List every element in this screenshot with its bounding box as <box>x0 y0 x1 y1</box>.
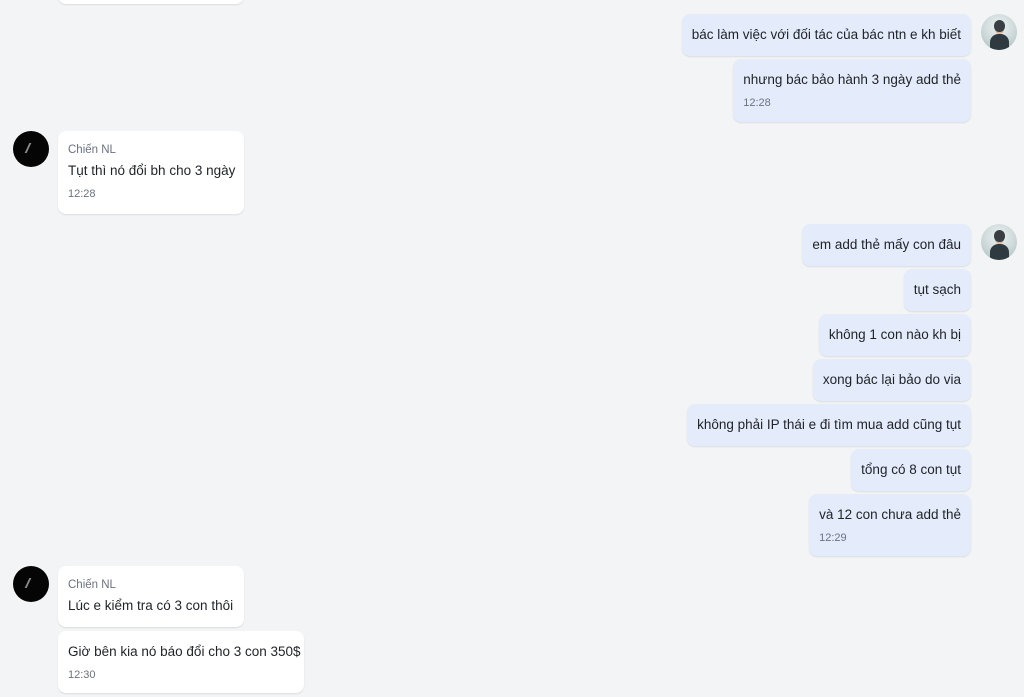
avatar-logo-mark <box>24 578 40 588</box>
message-bubble-outgoing[interactable]: bác làm việc với đối tác của bác ntn e k… <box>681 14 971 56</box>
message-bubble-incoming[interactable]: Chiến NL Lúc e kiểm tra có 3 con thôi <box>58 566 244 627</box>
message-bubble-outgoing[interactable]: tổng có 8 con tụt <box>851 449 971 491</box>
message-text: Lúc e kiểm tra có 3 con thôi <box>68 598 234 613</box>
message-text: không 1 con nào kh bị <box>828 327 961 342</box>
message-text: xong bác lại bảo do via <box>822 372 961 387</box>
message-bubble-incoming[interactable]: Giờ bên kia nó báo đổi cho 3 con 350$ 12… <box>58 631 304 693</box>
message-timestamp: 12:28 <box>68 188 96 200</box>
message-bubble-cutoff <box>58 0 244 4</box>
sender-name: Chiến NL <box>68 144 116 156</box>
avatar-body <box>990 244 1009 260</box>
message-text: và 12 con chưa add thẻ <box>819 507 961 522</box>
message-bubble-outgoing[interactable]: và 12 con chưa add thẻ 12:29 <box>809 494 971 556</box>
avatar-hair <box>994 20 1005 32</box>
message-text: em add thẻ mấy con đâu <box>812 237 961 252</box>
message-text: bác làm việc với đối tác của bác ntn e k… <box>691 27 961 42</box>
message-bubble-outgoing[interactable]: nhưng bác bảo hành 3 ngày add thẻ 12:28 <box>733 59 971 122</box>
my-avatar[interactable] <box>981 14 1017 50</box>
message-bubble-incoming[interactable]: Chiến NL Tụt thì nó đổi bh cho 3 ngày 12… <box>58 131 244 214</box>
message-text: tụt sạch <box>913 282 961 297</box>
message-text: Tụt thì nó đổi bh cho 3 ngày <box>68 163 236 178</box>
avatar-body <box>990 34 1009 50</box>
contact-avatar[interactable] <box>13 131 49 167</box>
message-text: tổng có 8 con tụt <box>861 462 961 477</box>
message-bubble-outgoing[interactable]: tụt sạch <box>903 269 971 311</box>
message-bubble-outgoing[interactable]: không 1 con nào kh bị <box>818 314 971 356</box>
sender-name: Chiến NL <box>68 579 116 591</box>
avatar-logo-mark <box>24 143 40 153</box>
message-timestamp: 12:28 <box>743 97 771 109</box>
contact-avatar[interactable] <box>13 566 49 602</box>
message-bubble-outgoing[interactable]: xong bác lại bảo do via <box>812 359 971 401</box>
message-text: nhưng bác bảo hành 3 ngày add thẻ <box>743 72 961 87</box>
message-bubble-outgoing[interactable]: không phải IP thái e đi tìm mua add cũng… <box>687 404 971 446</box>
my-avatar[interactable] <box>981 224 1017 260</box>
message-text: Giờ bên kia nó báo đổi cho 3 con 350$ <box>68 644 301 659</box>
message-timestamp: 12:30 <box>68 669 96 681</box>
message-bubble-outgoing[interactable]: em add thẻ mấy con đâu <box>802 224 971 266</box>
avatar-hair <box>994 230 1005 242</box>
message-text: không phải IP thái e đi tìm mua add cũng… <box>697 417 961 432</box>
message-timestamp: 12:29 <box>819 532 847 544</box>
